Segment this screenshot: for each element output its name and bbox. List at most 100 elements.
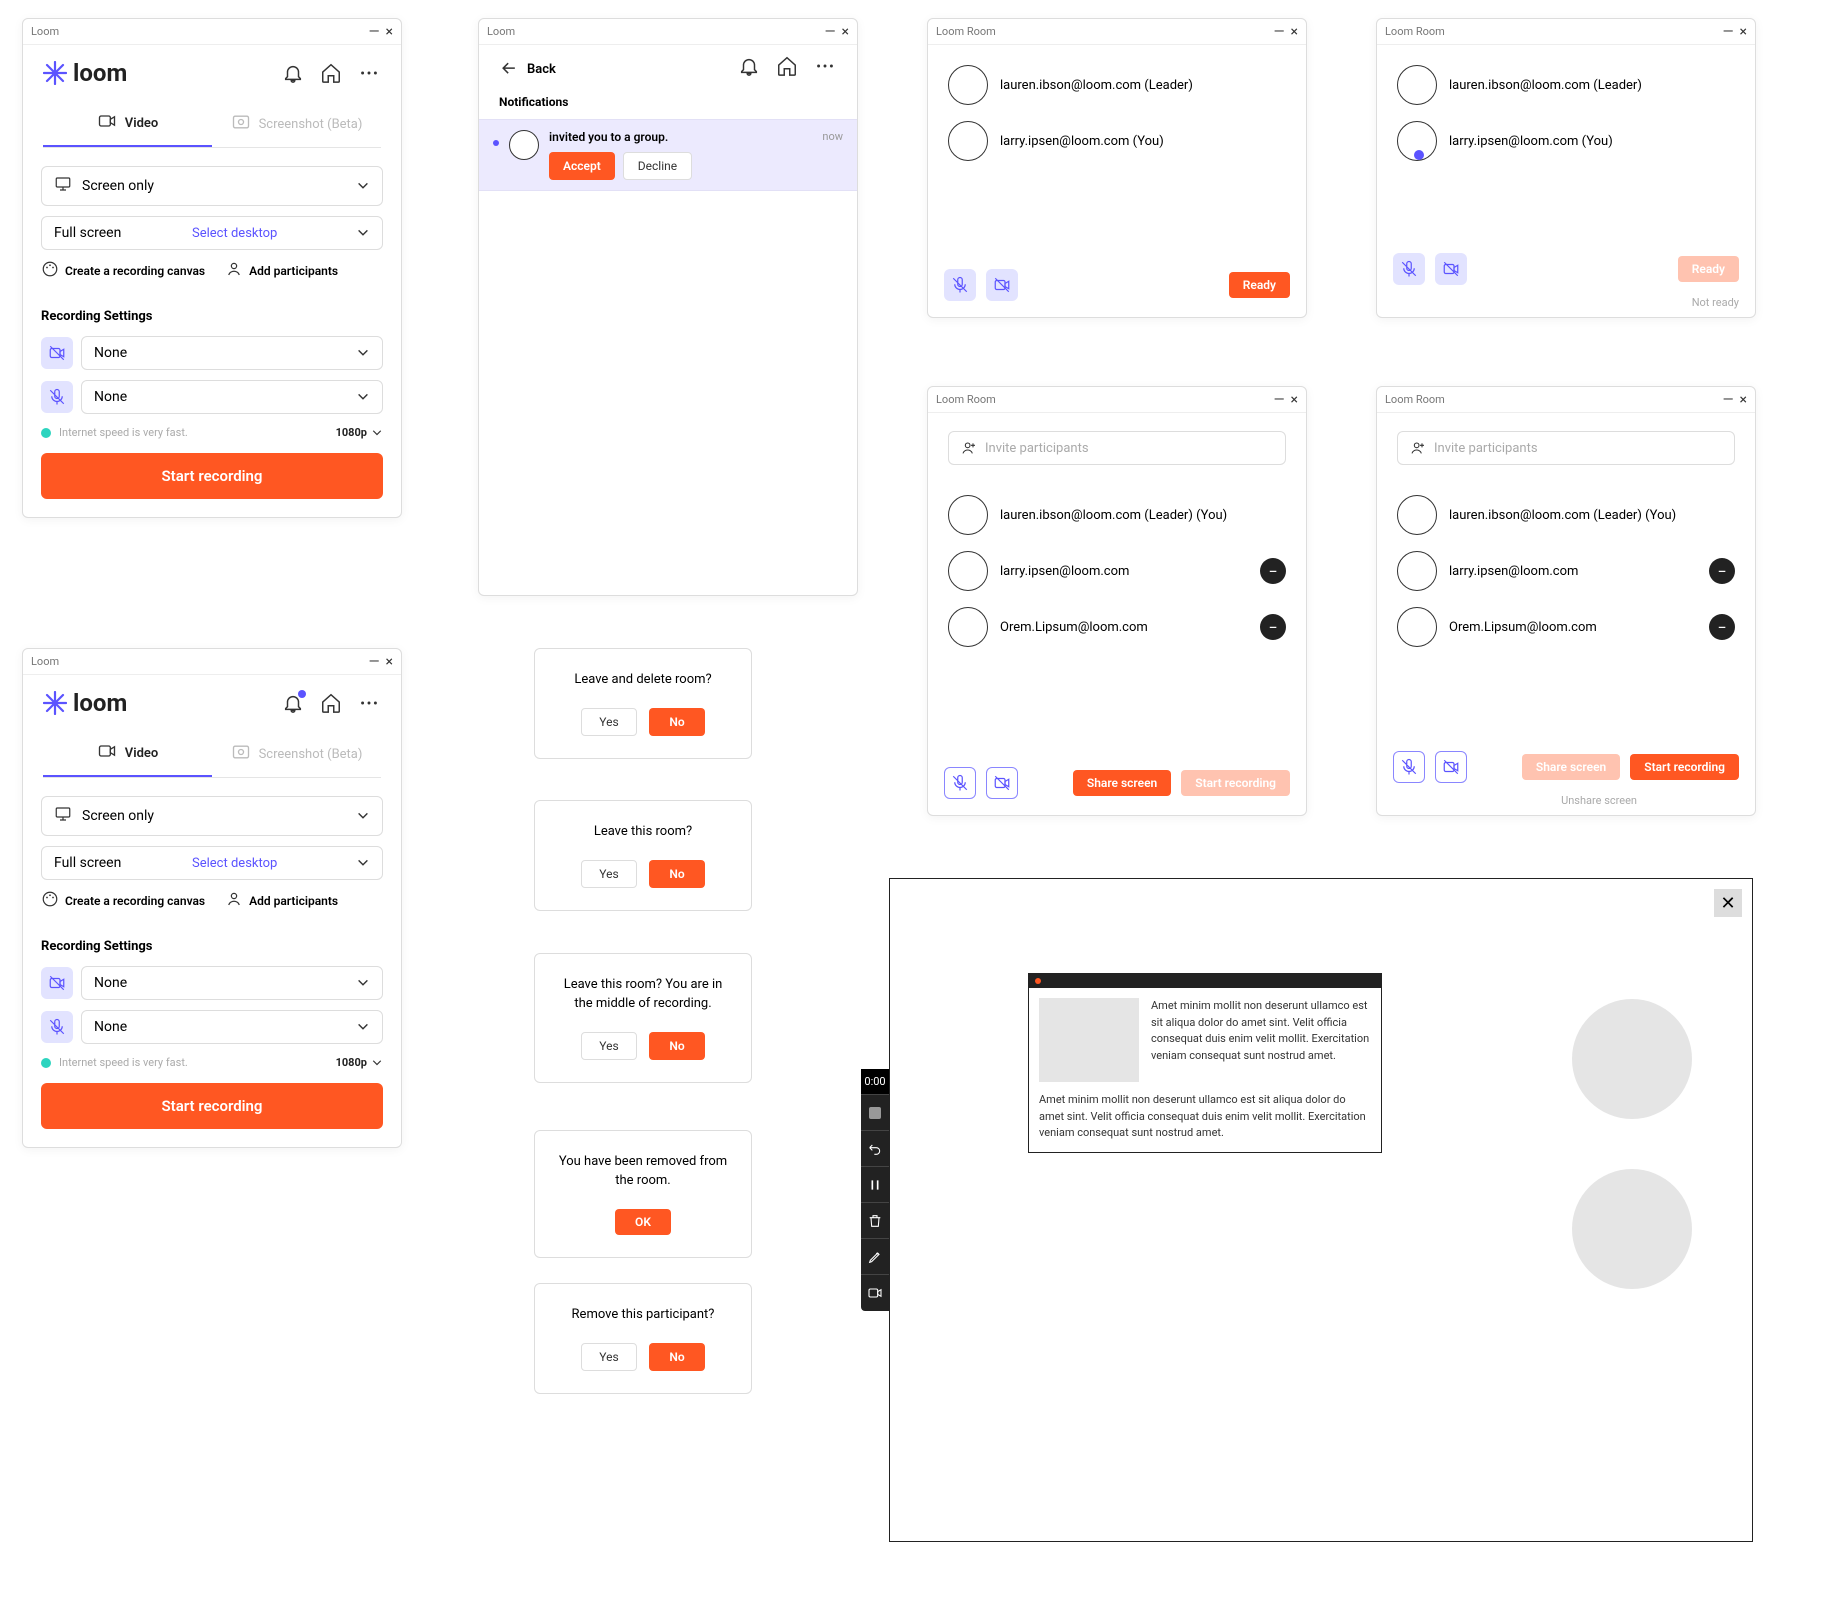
mic-toggle-button[interactable] [1393,751,1425,783]
create-canvas-button[interactable]: Create a recording canvas [41,260,205,281]
dialog-message: Leave this room? You are in the middle o… [555,976,731,1014]
invite-participants-input[interactable]: Invite participants [1397,431,1735,465]
minimize-button[interactable]: — [1274,392,1285,408]
pause-button[interactable] [861,1167,889,1203]
camera-toggle-button[interactable] [986,269,1018,301]
capture-mode-select[interactable]: Screen only [41,166,383,206]
camera-off-icon[interactable] [41,337,73,369]
remove-participant-button[interactable]: − [1260,558,1286,584]
close-button[interactable]: × [1740,392,1747,408]
no-button[interactable]: No [649,1343,705,1371]
minimize-button[interactable]: — [369,654,380,670]
notification-message: invited you to a group. [549,130,668,144]
video-icon [867,1285,883,1301]
bell-icon[interactable] [281,61,305,85]
capture-mode-select[interactable]: Screen only [41,796,383,836]
minimize-button[interactable]: — [825,24,836,40]
yes-button[interactable]: Yes [581,1032,637,1060]
window-title: Loom Room [1385,393,1445,406]
resolution-select[interactable]: 1080p [336,426,383,439]
participant-row: larry.ipsen@loom.com (You) [1397,121,1735,161]
tab-screenshot[interactable]: Screenshot (Beta) [212,101,381,147]
add-participants-button[interactable]: Add participants [225,890,338,911]
close-button[interactable]: × [1291,24,1298,40]
home-icon[interactable] [319,61,343,85]
mic-toggle-button[interactable] [1393,253,1425,285]
start-recording-button[interactable]: Start recording [41,1083,383,1129]
more-icon[interactable] [357,61,381,85]
undo-button[interactable] [861,1131,889,1167]
camera-toggle-button[interactable] [986,767,1018,799]
camera-select[interactable]: None [81,966,383,1000]
monitor-icon [54,175,72,197]
ok-button[interactable]: OK [615,1209,671,1235]
more-icon[interactable] [357,691,381,715]
close-button[interactable]: × [1291,392,1298,408]
remove-participant-button[interactable]: − [1260,614,1286,640]
stop-button[interactable] [861,1095,889,1131]
decline-button[interactable]: Decline [623,152,692,180]
delete-button[interactable] [861,1203,889,1239]
select-desktop-link[interactable]: Select desktop [192,226,277,241]
more-icon[interactable] [813,54,837,78]
yes-button[interactable]: Yes [581,860,637,888]
no-button[interactable]: No [649,708,705,736]
mic-select[interactable]: None [81,380,383,414]
minimize-button[interactable]: — [1723,392,1734,408]
minimize-button[interactable]: — [1274,24,1285,40]
tab-screenshot[interactable]: Screenshot (Beta) [212,731,381,777]
bell-icon[interactable] [737,54,761,78]
remove-participant-button[interactable]: − [1709,558,1735,584]
display-select[interactable]: Full screen Select desktop [41,216,383,250]
tab-video[interactable]: Video [43,731,212,777]
camera-button[interactable] [861,1275,889,1311]
minimize-button[interactable]: — [1723,24,1734,40]
close-button[interactable]: ✕ [1714,889,1742,917]
camera-off-icon[interactable] [41,967,73,999]
notification-item[interactable]: invited you to a group. now Accept Decli… [479,119,857,191]
invite-participants-input[interactable]: Invite participants [948,431,1286,465]
no-button[interactable]: No [649,860,705,888]
mic-off-icon[interactable] [41,381,73,413]
create-canvas-button[interactable]: Create a recording canvas [41,890,205,911]
close-button[interactable]: × [386,654,393,670]
close-button[interactable]: × [386,24,393,40]
recording-settings-title: Recording Settings [41,309,383,324]
accept-button[interactable]: Accept [549,152,615,180]
camera-select[interactable]: None [81,336,383,370]
mic-select[interactable]: None [81,1010,383,1044]
back-button[interactable]: Back [479,45,576,87]
camera-toggle-button[interactable] [1435,751,1467,783]
start-recording-button[interactable]: Start recording [41,453,383,499]
close-button[interactable]: × [842,24,849,40]
mic-toggle-button[interactable] [944,767,976,799]
no-button[interactable]: No [649,1032,705,1060]
camera-toggle-button[interactable] [1435,253,1467,285]
yes-button[interactable]: Yes [581,708,637,736]
yes-button[interactable]: Yes [581,1343,637,1371]
mic-off-icon[interactable] [41,1011,73,1043]
home-icon[interactable] [775,54,799,78]
display-select[interactable]: Full screen Select desktop [41,846,383,880]
close-button[interactable]: × [1740,24,1747,40]
tab-video[interactable]: Video [43,101,212,147]
start-recording-button[interactable]: Start recording [1630,754,1739,780]
unshare-screen-label: Unshare screen [1561,794,1653,815]
mic-toggle-button[interactable] [944,269,976,301]
minimize-button[interactable]: — [369,24,380,40]
draw-button[interactable] [861,1239,889,1275]
participant-row: Orem.Lipsum@loom.com − [948,607,1286,647]
home-icon[interactable] [319,691,343,715]
add-participants-button[interactable]: Add participants [225,260,338,281]
bell-icon[interactable] [281,691,305,715]
select-desktop-link[interactable]: Select desktop [192,856,277,871]
resolution-select[interactable]: 1080p [336,1056,383,1069]
ready-button[interactable]: Ready [1229,272,1290,298]
avatar [948,551,988,591]
trash-icon [867,1213,883,1229]
remove-participant-button[interactable]: − [1709,614,1735,640]
palette-icon [41,260,59,281]
participant-bubble[interactable] [1572,1169,1692,1289]
share-screen-button[interactable]: Share screen [1073,770,1171,796]
participant-bubble[interactable] [1572,999,1692,1119]
